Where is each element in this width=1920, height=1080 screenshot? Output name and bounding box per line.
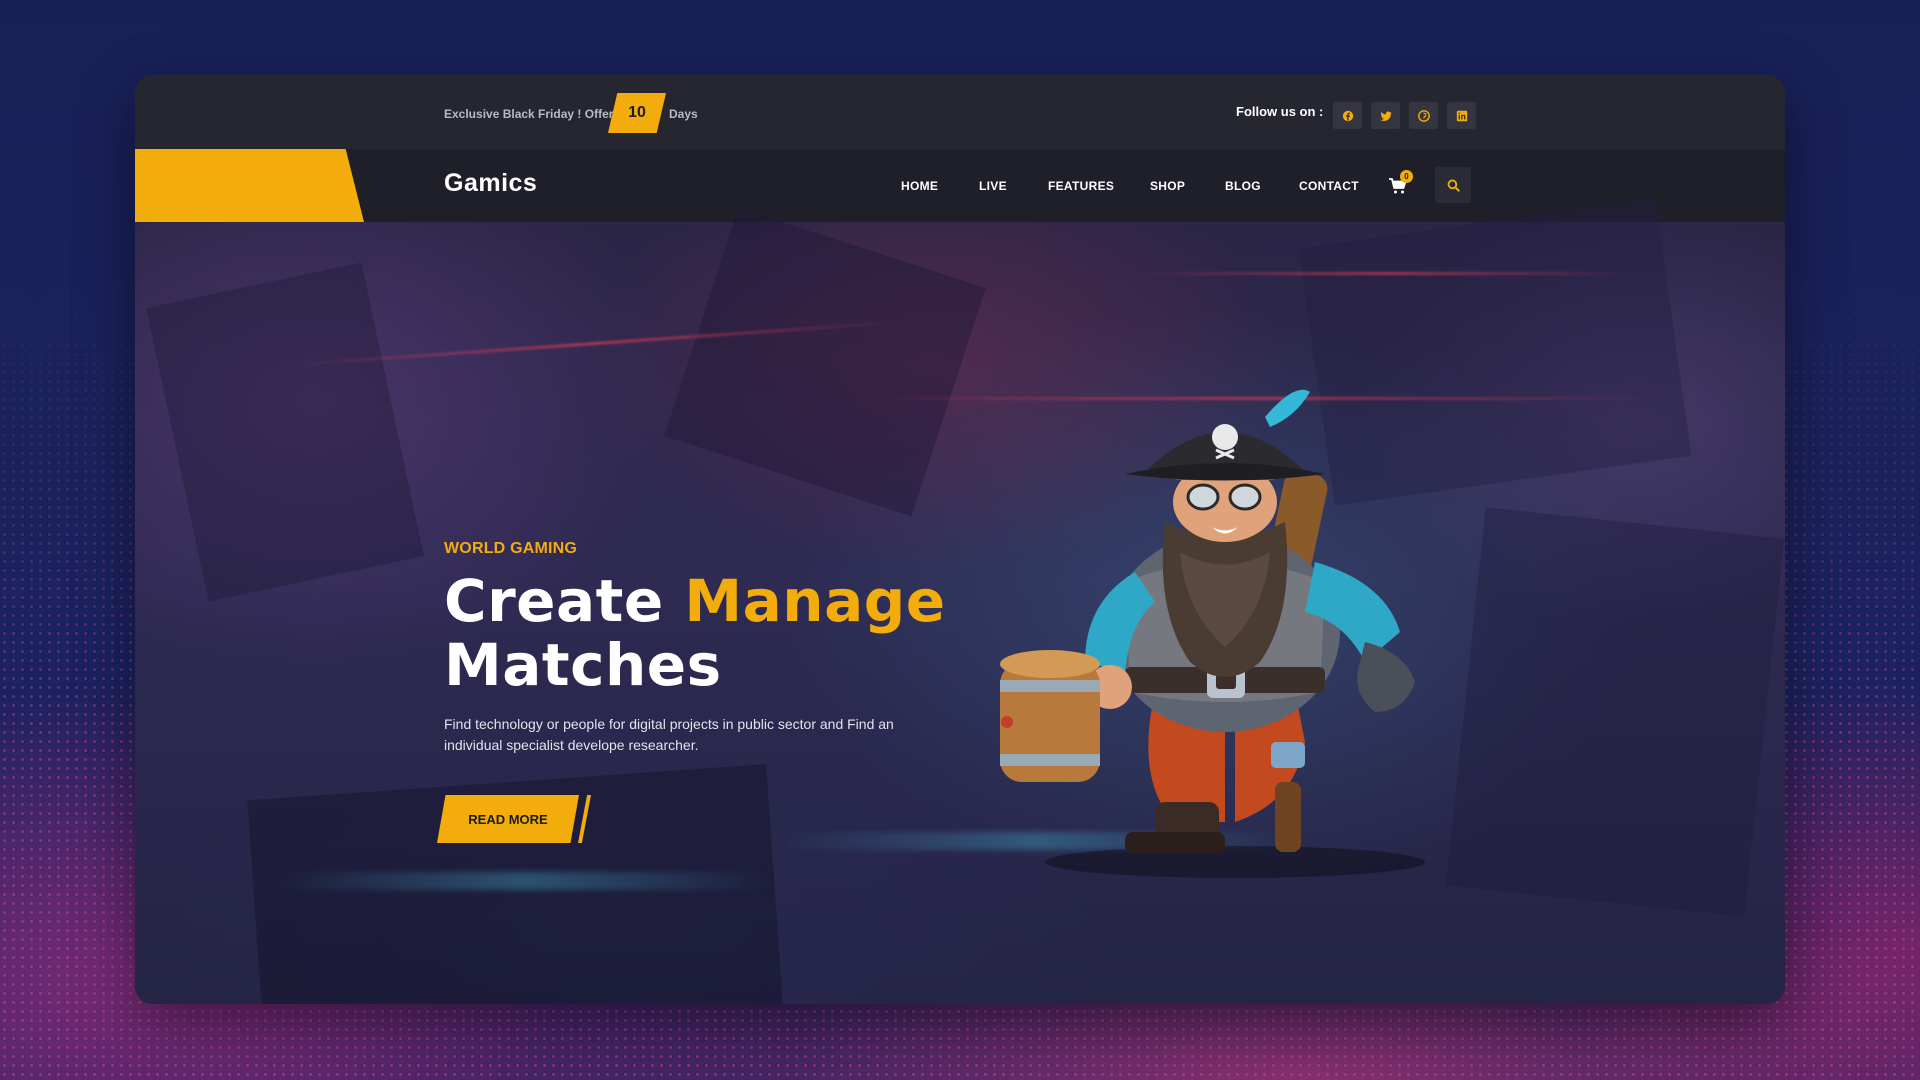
facebook-icon — [1342, 110, 1353, 121]
twitter-icon — [1380, 111, 1391, 121]
bg-glow-line — [1135, 272, 1635, 275]
bg-rock-shape — [146, 262, 424, 602]
pirate-character-image — [1000, 389, 1425, 878]
nav-blog[interactable]: BLOG — [1225, 179, 1261, 193]
nav-features[interactable]: FEATURES — [1048, 179, 1114, 193]
facebook-button[interactable] — [1333, 102, 1362, 129]
twitter-button[interactable] — [1371, 102, 1400, 129]
bg-rock-shape — [664, 207, 986, 517]
search-icon — [1447, 179, 1460, 192]
search-button[interactable] — [1435, 167, 1471, 203]
linkedin-button[interactable] — [1447, 102, 1476, 129]
main-navbar: Gamics HOME LIVE FEATURES SHOP BLOG CONT… — [135, 149, 1785, 222]
headline-part1: Create — [444, 567, 664, 635]
linkedin-icon — [1456, 110, 1467, 121]
pinterest-icon — [1417, 109, 1430, 122]
bg-cyan-glow — [275, 872, 775, 890]
hero-headline: Create Manage Matches — [444, 569, 946, 697]
read-more-button[interactable]: READ MORE — [437, 795, 579, 843]
nav-contact[interactable]: CONTACT — [1299, 179, 1359, 193]
logo-accent-block — [135, 149, 364, 222]
site-logo[interactable]: Gamics — [444, 169, 537, 198]
hero-section: WORLD GAMING Create Manage Matches Find … — [135, 198, 1785, 1004]
offer-count-badge: 10 — [608, 93, 666, 133]
website-frame: Exclusive Black Friday ! Offer 10 Days F… — [135, 75, 1785, 1004]
top-bar: Exclusive Black Friday ! Offer 10 Days F… — [135, 75, 1785, 149]
hero-description: Find technology or people for digital pr… — [444, 716, 894, 753]
bg-rock-shape — [1445, 507, 1785, 917]
cart-count-badge: 0 — [1400, 170, 1413, 183]
follow-label: Follow us on : — [1236, 104, 1324, 119]
offer-text: Exclusive Black Friday ! Offer — [444, 107, 614, 121]
hero-kicker: WORLD GAMING — [444, 540, 578, 557]
offer-unit: Days — [669, 107, 698, 121]
nav-home[interactable]: HOME — [901, 179, 938, 193]
headline-part2: Matches — [444, 631, 722, 699]
pinterest-button[interactable] — [1409, 102, 1438, 129]
headline-accent: Manage — [684, 567, 946, 635]
nav-live[interactable]: LIVE — [979, 179, 1007, 193]
nav-shop[interactable]: SHOP — [1150, 179, 1185, 193]
